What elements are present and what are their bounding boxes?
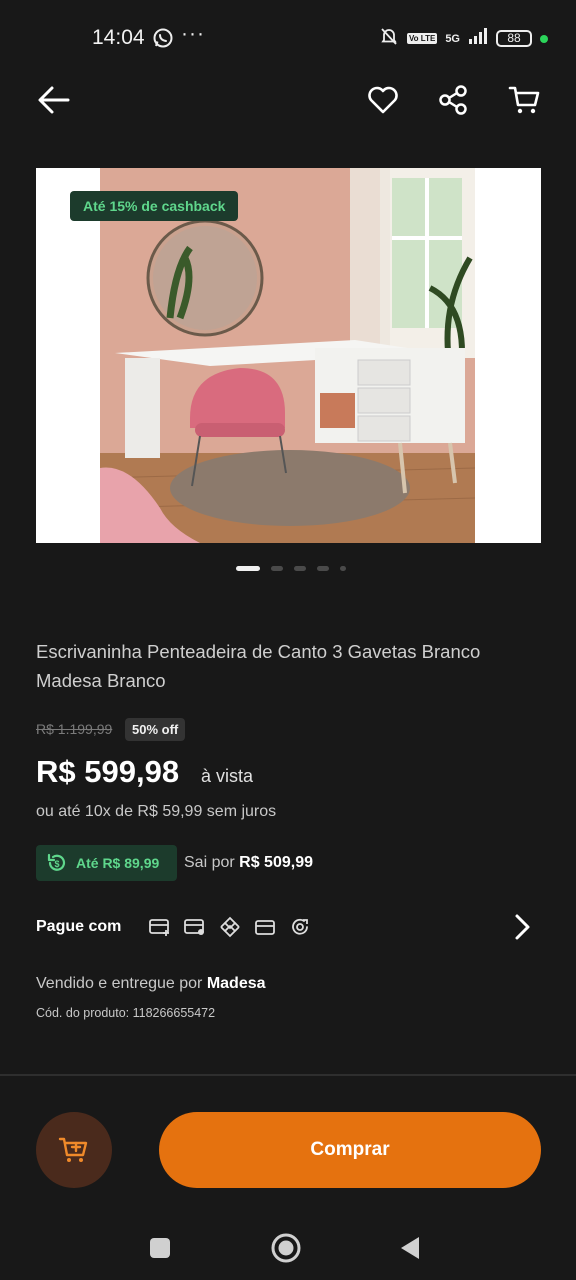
carousel-dot[interactable] (236, 566, 260, 571)
card-stack-icon (183, 915, 207, 939)
payment-methods-row[interactable]: Pague com (0, 905, 576, 949)
battery-icon: 88 (496, 30, 532, 47)
signal-icon (468, 28, 488, 49)
final-price-line: Sai por R$ 509,99 (184, 854, 313, 872)
carousel-dot[interactable] (294, 566, 306, 571)
back-button[interactable] (34, 80, 74, 120)
installments-text: ou até 10x de R$ 59,99 sem juros (36, 803, 277, 820)
product-code: Cód. do produto: 118266655472 (36, 1006, 216, 1020)
add-to-cart-button[interactable] (36, 1112, 112, 1188)
home-button[interactable] (266, 1228, 306, 1268)
more-notifications-icon: ··· (181, 22, 205, 45)
cashback-icon: $ (47, 853, 66, 871)
cashback-badge: Até 15% de cashback (70, 191, 239, 221)
credit-card-plus-icon (148, 915, 172, 939)
system-navigation-bar (0, 1220, 576, 1274)
carousel-indicator (236, 566, 346, 571)
share-button[interactable] (433, 80, 473, 120)
network-type: 5G (445, 32, 460, 45)
whatsapp-icon (152, 27, 174, 54)
product-image-gallery[interactable]: Até 15% de cashback (36, 168, 541, 543)
cart-button[interactable] (504, 80, 544, 120)
carousel-dot[interactable] (317, 566, 329, 571)
privacy-indicator (540, 34, 548, 43)
status-time: 14:04 (92, 26, 145, 49)
svg-text:$: $ (54, 859, 59, 869)
circle-icon (271, 1233, 301, 1263)
cart-plus-icon (58, 1137, 88, 1162)
product-title: Escrivaninha Penteadeira de Canto 3 Gave… (36, 641, 481, 691)
buy-button[interactable]: Comprar (159, 1112, 541, 1188)
product-photo (100, 168, 475, 543)
share-icon (439, 85, 467, 115)
cashback-pix-badge: $ Até R$ 89,99 (36, 845, 177, 881)
price-suffix: à vista (201, 766, 254, 786)
debit-card-icon (253, 915, 277, 939)
chevron-right-icon[interactable] (508, 913, 536, 941)
sai-por-label: Sai por (184, 854, 235, 871)
pix-cashback-value: Até R$ 89,99 (76, 855, 160, 871)
divider (0, 1074, 576, 1076)
seller-line: Vendido e entregue por Madesa (36, 975, 266, 993)
back-nav-button[interactable] (390, 1228, 430, 1268)
carousel-dot[interactable] (340, 566, 346, 571)
old-price: R$ 1.199,99 (36, 721, 113, 737)
triangle-back-icon (401, 1237, 419, 1259)
square-icon (150, 1238, 170, 1258)
discount-badge: 50% off (125, 718, 186, 741)
sai-por-value: R$ 509,99 (239, 854, 313, 871)
carousel-dot[interactable] (271, 566, 283, 571)
bell-off-icon (379, 26, 399, 51)
wallet-cashback-icon (288, 915, 312, 939)
pay-with-label: Pague com (36, 918, 122, 935)
arrow-left-icon (38, 86, 70, 114)
sold-by-label: Vendido e entregue por (36, 975, 203, 992)
recent-apps-button[interactable] (140, 1228, 180, 1268)
status-bar: 14:04 ··· Vo LTE 5G 88 (0, 0, 576, 76)
cart-icon (508, 86, 540, 114)
seller-name[interactable]: Madesa (207, 975, 266, 992)
pix-icon (218, 915, 242, 939)
heart-icon (368, 86, 398, 114)
favorite-button[interactable] (363, 80, 403, 120)
volte-badge: Vo LTE (406, 33, 438, 44)
current-price: R$ 599,98 (36, 754, 180, 789)
top-navigation (0, 80, 576, 120)
